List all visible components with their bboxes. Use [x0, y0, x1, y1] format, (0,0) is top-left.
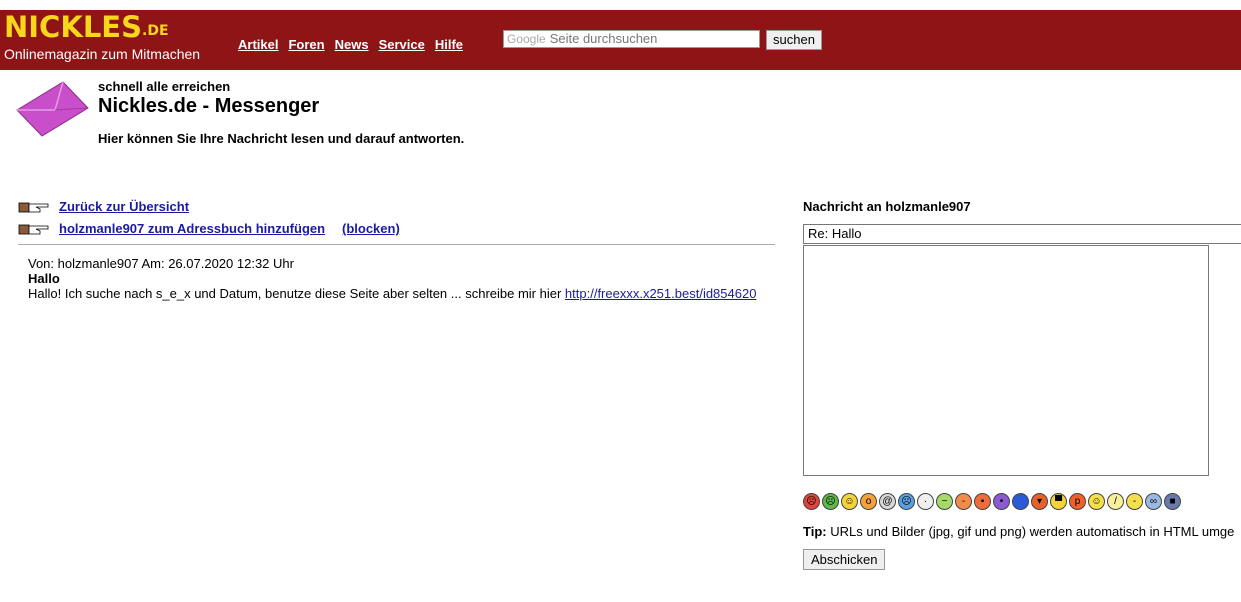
laugh-smiley-icon[interactable]: ▀	[1050, 493, 1067, 510]
confused-smiley-icon[interactable]: /	[1107, 493, 1124, 510]
logo-text: NICKLES	[4, 10, 142, 44]
tongue-smiley-icon[interactable]: p	[1069, 493, 1086, 510]
block-user-link[interactable]: (blocken)	[342, 221, 400, 236]
add-to-addressbook-link[interactable]: holzmanle907 zum Adressbuch hinzufügen	[59, 221, 325, 236]
site-header: NICKLES.DE Onlinemagazin zum Mitmachen A…	[0, 10, 1241, 70]
happy-smiley-icon[interactable]: ☺	[1088, 493, 1105, 510]
back-to-overview-link[interactable]: Zurück zur Übersicht	[59, 199, 189, 214]
message-meta: Von: holzmanle907 Am: 26.07.2020 12:32 U…	[28, 256, 294, 271]
nav-news[interactable]: News	[335, 37, 369, 52]
meh-smiley-icon[interactable]: -	[1126, 493, 1143, 510]
google-brand-label: Google	[507, 32, 546, 46]
grin-smiley-icon[interactable]: ▪	[974, 493, 991, 510]
tip-text: Tip: URLs und Bilder (jpg, gif und png) …	[803, 524, 1234, 539]
message-subject: Hallo	[28, 271, 60, 286]
divider	[18, 244, 775, 245]
nav-artikel[interactable]: Artikel	[238, 37, 278, 52]
page-intro: Hier können Sie Ihre Nachricht lesen und…	[98, 131, 465, 146]
cool-smiley-icon[interactable]: ■	[1164, 493, 1181, 510]
nav-hilfe[interactable]: Hilfe	[435, 37, 463, 52]
sick-smiley-icon[interactable]: ~	[936, 493, 953, 510]
smile-smiley-icon[interactable]: ☺	[841, 493, 858, 510]
nav-foren[interactable]: Foren	[288, 37, 324, 52]
dizzy-smiley-icon[interactable]: @	[879, 493, 896, 510]
reply-message-textarea[interactable]	[803, 245, 1209, 476]
submit-button[interactable]: Abschicken	[803, 549, 886, 570]
blue-smiley-icon[interactable]	[1012, 493, 1029, 510]
reply-recipient-label: Nachricht an holzmanle907	[803, 199, 971, 214]
devil-smiley-icon[interactable]: ▾	[1031, 493, 1048, 510]
pointing-hand-icon	[18, 202, 49, 213]
main-nav: Artikel Foren News Service Hilfe	[238, 37, 463, 52]
tip-body: URLs und Bilder (jpg, gif und png) werde…	[830, 524, 1235, 539]
nav-service[interactable]: Service	[379, 37, 425, 52]
tip-label: Tip:	[803, 524, 827, 539]
search-placeholder: Seite durchsuchen	[549, 31, 658, 46]
envelope-icon	[16, 81, 89, 137]
group-smiley-icon[interactable]: ∞	[1145, 493, 1162, 510]
pointing-hand-icon	[18, 224, 49, 235]
reply-subject-input[interactable]: Re: Hallo	[803, 224, 1241, 244]
search-button[interactable]: suchen	[766, 30, 822, 50]
crying-smiley-icon[interactable]: ☹	[898, 493, 915, 510]
message-body: Hallo! Ich suche nach s_e_x und Datum, b…	[28, 286, 756, 301]
neutral-smiley-icon[interactable]: ·	[917, 493, 934, 510]
smiley-picker: ☹ ☹ ☺ o @ ☹ · ~ - ▪ • ▾ ▀ p ☺ / - ∞ ■	[803, 493, 1181, 510]
search-input[interactable]: Google Seite durchsuchen	[503, 30, 760, 48]
logo-subtitle: Onlinemagazin zum Mitmachen	[4, 46, 201, 62]
angry-smiley-icon[interactable]: ☹	[803, 493, 820, 510]
sad-smiley-icon[interactable]: ☹	[822, 493, 839, 510]
page-title: Nickles.de - Messenger	[98, 95, 320, 117]
logo-suffix: .DE	[142, 23, 169, 39]
message-link[interactable]: http://freexxx.x251.best/id854620	[565, 286, 757, 301]
site-logo[interactable]: NICKLES.DE	[4, 10, 169, 44]
embarrassed-smiley-icon[interactable]: -	[955, 493, 972, 510]
alien-smiley-icon[interactable]: •	[993, 493, 1010, 510]
page-tagline: schnell alle erreichen	[98, 79, 231, 94]
message-text: Hallo! Ich suche nach s_e_x und Datum, b…	[28, 286, 562, 301]
surprised-smiley-icon[interactable]: o	[860, 493, 877, 510]
